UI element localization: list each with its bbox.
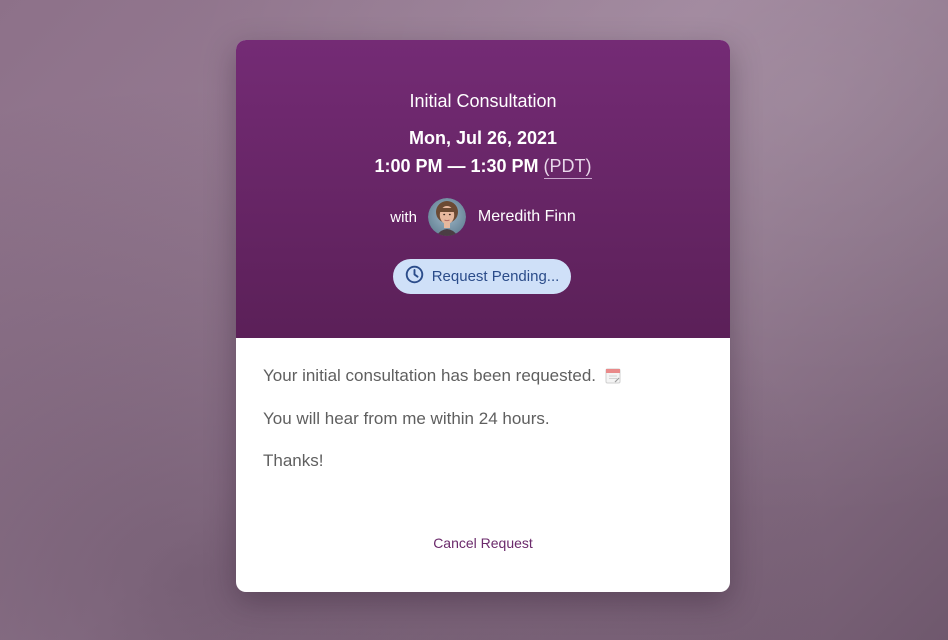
message-line-1: Your initial consultation has been reque…	[263, 366, 621, 389]
appointment-time-row: 1:00 PM — 1:30 PM (PDT)	[236, 156, 730, 179]
appointment-date: Mon, Jul 26, 2021	[408, 128, 558, 148]
booking-card: Initial Consultation Mon, Jul 26, 2021 1…	[236, 40, 730, 592]
clock-icon	[405, 265, 424, 288]
message-line-2: You will hear from me within 24 hours.	[263, 409, 550, 428]
cancel-request-link[interactable]: Cancel Request	[236, 535, 730, 551]
message-line-3: Thanks!	[263, 451, 324, 470]
appointment-time: 1:00 PM — 1:30 PM	[374, 156, 539, 176]
booking-header: Initial Consultation Mon, Jul 26, 2021 1…	[236, 40, 730, 338]
message-section: Your initial consultation has been reque…	[236, 338, 730, 592]
message-text-1: Your initial consultation has been reque…	[263, 366, 596, 385]
timezone-link[interactable]: (PDT)	[543, 156, 592, 179]
calendar-icon	[605, 367, 621, 389]
status-badge: Request Pending...	[393, 259, 571, 294]
with-label: with	[390, 208, 417, 226]
appointment-title: Initial Consultation	[409, 91, 557, 111]
status-label: Request Pending...	[431, 268, 560, 285]
host-row: with Meredith Finn	[236, 196, 730, 238]
host-name: Meredith Finn	[477, 208, 576, 225]
avatar	[427, 198, 466, 236]
